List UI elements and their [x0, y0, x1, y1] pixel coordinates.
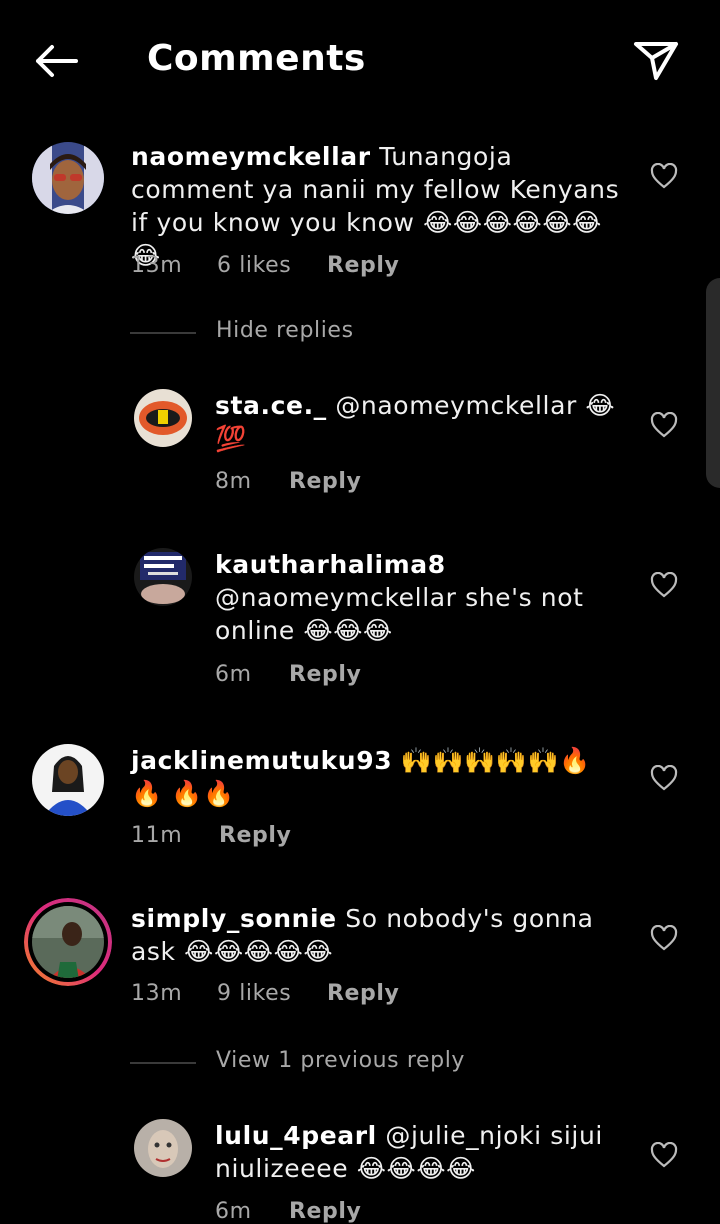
avatar[interactable]	[134, 548, 192, 606]
view-previous-replies-toggle[interactable]: View 1 previous reply	[130, 1048, 530, 1078]
comment-username[interactable]: simply_sonnie	[131, 904, 337, 933]
comment-time: 6m	[215, 662, 252, 687]
comment-time: 6m	[215, 1199, 252, 1224]
view-previous-reply-label: View 1 previous reply	[216, 1048, 466, 1073]
header: Comments	[0, 0, 720, 120]
reply-button[interactable]: Reply	[327, 981, 400, 1006]
comment-username[interactable]: sta.ce._	[215, 391, 327, 420]
comment-text: @naomeymckellar she's not online 😂😂😂	[215, 583, 584, 645]
comment-username[interactable]: lulu_4pearl	[215, 1121, 377, 1150]
like-heart-icon[interactable]	[650, 1141, 678, 1168]
scroll-indicator[interactable]	[706, 278, 720, 488]
avatar-with-story-ring[interactable]	[24, 898, 112, 986]
comment-likes[interactable]: 6 likes	[217, 253, 327, 278]
reply-button[interactable]: Reply	[289, 469, 362, 494]
like-heart-icon[interactable]	[650, 924, 678, 951]
send-icon[interactable]	[630, 38, 682, 84]
hide-replies-toggle[interactable]: Hide replies	[130, 318, 530, 348]
comment-username[interactable]: jacklinemutuku93	[131, 746, 392, 775]
comment-username[interactable]: kautharhalima8	[215, 548, 635, 581]
comment-time: 11m	[131, 823, 183, 848]
reply-button[interactable]: Reply	[327, 253, 400, 278]
reply-button[interactable]: Reply	[219, 823, 292, 848]
page-title: Comments	[147, 38, 366, 79]
avatar[interactable]	[134, 1119, 192, 1177]
comment-username[interactable]: naomeymckellar	[131, 142, 371, 171]
avatar[interactable]	[32, 744, 104, 816]
comment-likes[interactable]: 9 likes	[217, 981, 327, 1006]
avatar[interactable]	[134, 389, 192, 447]
thread-divider	[130, 332, 196, 334]
comment-time: 13m	[131, 981, 183, 1006]
thread-divider	[130, 1062, 196, 1064]
like-heart-icon[interactable]	[650, 162, 678, 189]
like-heart-icon[interactable]	[650, 411, 678, 438]
like-heart-icon[interactable]	[650, 571, 678, 598]
hide-replies-label: Hide replies	[216, 318, 354, 343]
avatar[interactable]	[32, 142, 104, 214]
like-heart-icon[interactable]	[650, 764, 678, 791]
comment-time: 8m	[215, 469, 252, 494]
reply-button[interactable]: Reply	[289, 1199, 362, 1224]
reply-button[interactable]: Reply	[289, 662, 362, 687]
back-arrow-icon[interactable]	[30, 38, 82, 84]
comment-time: 13m	[131, 253, 183, 278]
